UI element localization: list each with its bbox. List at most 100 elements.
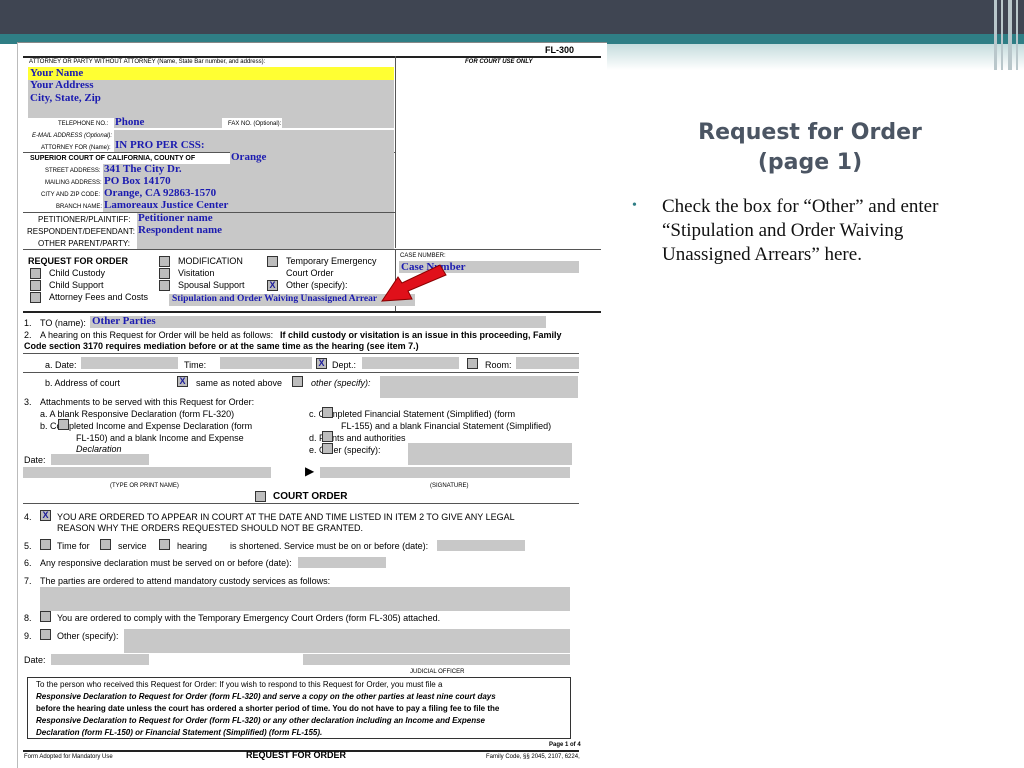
divider bbox=[395, 56, 396, 248]
other-specify-label: Other (specify): bbox=[286, 280, 348, 290]
item-number: 9. bbox=[24, 631, 32, 641]
modification-checkbox bbox=[159, 256, 170, 267]
item-number: 2. bbox=[24, 330, 32, 340]
item-number: 8. bbox=[24, 613, 32, 623]
item6-text: Any responsive declaration must be serve… bbox=[40, 558, 292, 568]
item3b-checkbox bbox=[58, 419, 69, 430]
divider bbox=[23, 56, 601, 58]
other-address-label: other (specify): bbox=[311, 378, 371, 388]
child-support-checkbox bbox=[30, 280, 41, 291]
date-plain-field bbox=[51, 454, 149, 465]
divider bbox=[23, 503, 579, 504]
notice-box: To the person who received this Request … bbox=[27, 677, 571, 739]
item1-label: TO (name): bbox=[40, 318, 86, 328]
attorney-fees-label: Attorney Fees and Costs bbox=[49, 292, 149, 302]
address-value: Your Address bbox=[30, 79, 94, 91]
same-as-noted-checkbox: X bbox=[177, 376, 188, 387]
item2-line-1b: If child custody or visitation is an iss… bbox=[280, 330, 562, 340]
item5-rest: is shortened. Service must be on or befo… bbox=[230, 541, 429, 551]
item5-date-field bbox=[437, 540, 525, 551]
item3c-line-2: FL-155) and a blank Financial Statement … bbox=[341, 421, 552, 431]
fax-label: FAX NO. (Optional): bbox=[228, 121, 282, 127]
item-number: 4. bbox=[24, 512, 32, 522]
arrow-right-icon: ▶ bbox=[305, 464, 315, 478]
court-use-label: FOR COURT USE ONLY bbox=[465, 59, 533, 65]
item-number: 3. bbox=[24, 397, 32, 407]
item6-date-field bbox=[298, 557, 386, 568]
child-custody-checkbox bbox=[30, 268, 41, 279]
petitioner-label: PETITIONER/PLAINTIFF: bbox=[38, 215, 131, 224]
respondent-label: RESPONDENT/DEFENDANT: bbox=[27, 227, 136, 236]
item3e-checkbox bbox=[322, 443, 333, 454]
attorney-label: ATTORNEY OR PARTY WITHOUT ATTORNEY (Name… bbox=[29, 59, 266, 65]
court-label: SUPERIOR COURT OF CALIFORNIA, COUNTY OF bbox=[30, 155, 196, 162]
county-value: Orange bbox=[231, 151, 267, 163]
item2-line-1a: A hearing on this Request for Order will… bbox=[40, 330, 274, 340]
name-value: Your Name bbox=[30, 67, 84, 79]
notice-line-4: Responsive Declaration to Request for Or… bbox=[36, 716, 485, 725]
room-field bbox=[516, 357, 579, 369]
date-plain-label: Date: bbox=[24, 655, 46, 665]
dept-label: Dept.: bbox=[332, 360, 357, 370]
item3c-checkbox bbox=[322, 407, 333, 418]
branch-label: BRANCH NAME: bbox=[56, 204, 103, 210]
mailing-label: MAILING ADDRESS: bbox=[45, 180, 102, 186]
notice-line-3: before the hearing date unless the court… bbox=[36, 704, 500, 713]
decor-stripe bbox=[994, 0, 997, 70]
item-number: 5. bbox=[24, 541, 32, 551]
court-order-checkbox bbox=[255, 491, 266, 502]
mailing-value: PO Box 14170 bbox=[104, 175, 171, 187]
court-order-label: Court Order bbox=[286, 268, 334, 278]
child-custody-label: Child Custody bbox=[49, 268, 106, 278]
accent-fade bbox=[600, 44, 1024, 70]
item1-value: Other Parties bbox=[92, 315, 156, 327]
attorney-fees-checkbox bbox=[30, 292, 41, 303]
item5-service-checkbox bbox=[100, 539, 111, 550]
time-label: Time: bbox=[184, 360, 207, 370]
other-text-value: Stipulation and Order Waiving Unassigned… bbox=[172, 294, 378, 304]
temp-emergency-label: Temporary Emergency bbox=[286, 256, 377, 266]
item4-line-1: YOU ARE ORDERED TO APPEAR IN COURT AT TH… bbox=[57, 512, 515, 522]
signature-label: (SIGNATURE) bbox=[430, 483, 469, 489]
footer-title: REQUEST FOR ORDER bbox=[246, 750, 347, 760]
respondent-value: Respondent name bbox=[138, 224, 223, 236]
slide-title-line-2: (page 1) bbox=[757, 150, 863, 175]
spousal-support-checkbox bbox=[159, 280, 170, 291]
fax-field bbox=[282, 116, 394, 128]
judicial-officer-field bbox=[303, 654, 570, 665]
notice-line-5: Declaration (form FL-150) or Financial S… bbox=[36, 728, 323, 737]
bullet-icon: • bbox=[632, 198, 637, 213]
item3b-line-2: FL-150) and a blank Income and Expense bbox=[76, 433, 244, 443]
footer-right: Family Code, §§ 2045, 2107, 6224, bbox=[486, 754, 580, 760]
item3-label: Attachments to be served with this Reque… bbox=[40, 397, 255, 407]
item-number: 6. bbox=[24, 558, 32, 568]
item8-text: You are ordered to comply with the Tempo… bbox=[57, 613, 441, 623]
notice-line-1: To the person who received this Request … bbox=[36, 680, 443, 689]
modification-label: MODIFICATION bbox=[178, 256, 243, 266]
type-print-label: (TYPE OR PRINT NAME) bbox=[110, 483, 179, 489]
item3d-checkbox bbox=[322, 431, 333, 442]
item3b-line-1: b. Completed Income and Expense Declarat… bbox=[40, 421, 253, 431]
divider bbox=[23, 311, 601, 313]
branch-value: Lamoreaux Justice Center bbox=[104, 199, 229, 211]
other-checkbox: X bbox=[267, 280, 278, 291]
decor-stripe bbox=[1008, 0, 1012, 70]
print-name-field bbox=[23, 467, 271, 478]
item4-checkbox: X bbox=[40, 510, 51, 521]
address-court-label: b. Address of court bbox=[45, 378, 121, 388]
city-value: City, State, Zip bbox=[30, 92, 101, 104]
item3e: e. Other (specify): bbox=[309, 445, 381, 455]
bullet-text: Check the box for “Other” and enter “Sti… bbox=[662, 196, 939, 265]
street-value: 341 The City Dr. bbox=[104, 163, 182, 175]
attorney-for-value: IN PRO PER CSS: bbox=[115, 139, 205, 151]
item5-time-checkbox bbox=[40, 539, 51, 550]
telephone-label: TELEPHONE NO.: bbox=[58, 121, 109, 127]
item9-field bbox=[124, 629, 570, 653]
decor-stripe bbox=[1016, 0, 1018, 70]
item3a: a. A blank Responsive Declaration (form … bbox=[40, 409, 235, 419]
date-label: a. Date: bbox=[45, 360, 77, 370]
dept-field bbox=[362, 357, 459, 369]
case-number-label: CASE NUMBER: bbox=[400, 253, 446, 259]
fl300-form: FL-300 ATTORNEY OR PARTY WITHOUT ATTORNE… bbox=[17, 42, 607, 768]
item4-line-2: REASON WHY THE ORDERS REQUESTED SHOULD N… bbox=[57, 523, 364, 533]
